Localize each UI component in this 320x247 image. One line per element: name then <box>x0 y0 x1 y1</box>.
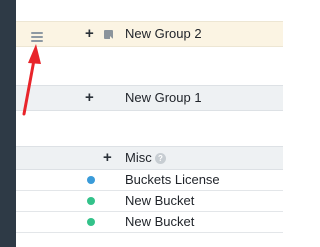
bucket-name[interactable]: New Bucket <box>125 193 194 209</box>
app-sidebar <box>0 0 16 247</box>
bucket-status-dot <box>87 218 95 226</box>
bucket-status-dot <box>87 176 95 184</box>
add-bucket-button[interactable]: + <box>103 150 112 166</box>
note-icon[interactable] <box>104 30 113 39</box>
group-name[interactable]: New Group 1 <box>125 90 202 106</box>
bucket-name[interactable]: New Bucket <box>125 214 194 230</box>
group-name[interactable]: New Group 2 <box>125 26 202 42</box>
group-row-new-group-2[interactable]: + New Group 2 <box>16 21 283 47</box>
bucket-name[interactable]: Buckets License <box>125 172 220 188</box>
bucket-row[interactable]: Buckets License <box>16 170 283 191</box>
bucket-row[interactable]: New Bucket <box>16 212 283 233</box>
add-bucket-button[interactable]: + <box>85 90 94 106</box>
help-icon[interactable]: ? <box>155 153 166 164</box>
drag-handle-icon[interactable] <box>31 32 43 42</box>
add-bucket-button[interactable]: + <box>85 26 94 42</box>
group-name[interactable]: Misc <box>125 150 152 166</box>
bucket-row[interactable]: New Bucket <box>16 191 283 212</box>
bucket-status-dot <box>87 197 95 205</box>
group-row-misc[interactable]: + Misc ? <box>16 146 283 170</box>
group-row-new-group-1[interactable]: + New Group 1 <box>16 85 283 111</box>
